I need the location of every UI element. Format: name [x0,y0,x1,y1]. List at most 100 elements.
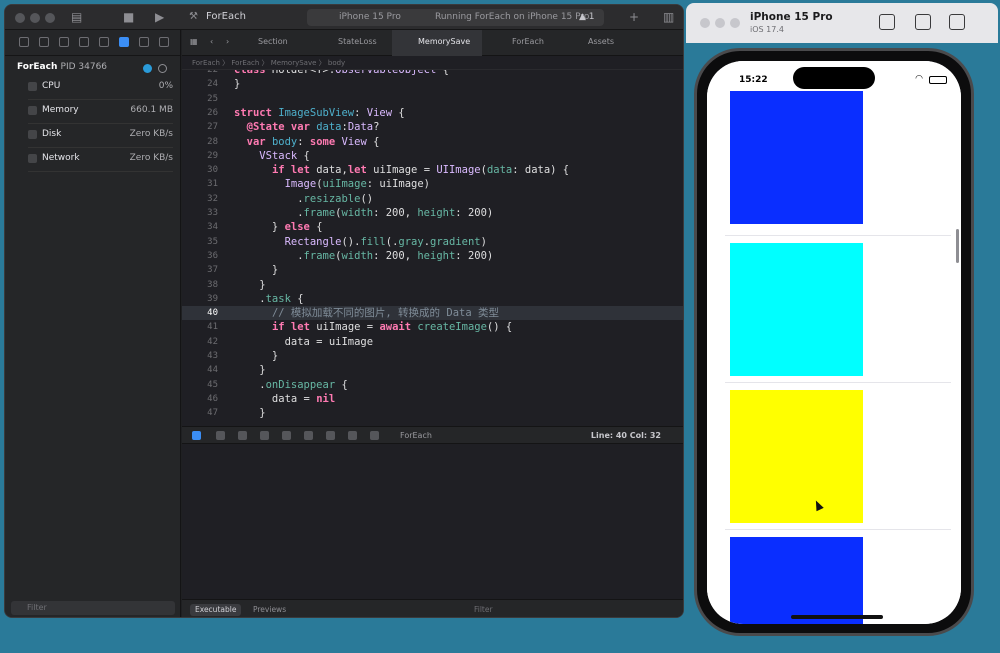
folder-icon[interactable] [19,37,29,47]
tab-memorysave[interactable]: MemorySave [418,37,470,46]
step-out-icon[interactable] [304,431,313,440]
rotate-icon[interactable] [949,14,965,30]
code-line[interactable]: 31 Image(uiImage: uiImage) [182,177,683,191]
previews-tab[interactable]: Previews [248,604,291,616]
line-number[interactable]: 41 [182,320,218,334]
back-icon[interactable]: ‹ [210,37,213,46]
code-line[interactable]: 40 // 模拟加载不同的图片, 转换成的 Data 类型 [182,306,683,321]
close-window-button[interactable] [15,13,25,23]
gauge-disk[interactable]: Disk Zero KB/s [28,126,173,148]
line-number[interactable]: 35 [182,235,218,249]
minimize-window-button[interactable] [30,13,40,23]
code-line[interactable]: 44 } [182,363,683,377]
code-line[interactable]: 33 .frame(width: 200, height: 200) [182,206,683,220]
console-filter-input[interactable]: Filter [450,604,620,616]
phone-screen[interactable]: 15:22 ◠ [707,61,961,624]
line-number[interactable]: 45 [182,378,218,392]
line-number[interactable]: 39 [182,292,218,306]
gauge-cpu[interactable]: CPU 0% [28,78,173,100]
find-icon[interactable] [79,37,89,47]
tab-stateloss[interactable]: StateLoss [338,37,377,46]
code-line[interactable]: 36 .frame(width: 200, height: 200) [182,249,683,263]
line-number[interactable]: 34 [182,220,218,234]
image-list[interactable] [707,61,961,624]
line-number[interactable]: 24 [182,77,218,91]
line-number[interactable]: 31 [182,177,218,191]
gauge-memory[interactable]: Memory 660.1 MB [28,102,173,124]
line-number[interactable]: 36 [182,249,218,263]
code-area[interactable]: 22 class Holder<T>:ObservableObject {24} 2… [182,70,683,426]
line-number[interactable]: 32 [182,192,218,206]
line-number[interactable]: 37 [182,263,218,277]
forward-icon[interactable]: › [226,37,229,46]
navigator-filter-input[interactable]: Filter [11,601,175,615]
line-number[interactable]: 40 [182,306,218,320]
line-number[interactable]: 42 [182,335,218,349]
tab-foreach[interactable]: ForEach [512,37,544,46]
sidebar-toggle-icon[interactable]: ▤ [71,10,82,24]
line-number[interactable]: 28 [182,135,218,149]
report-icon[interactable] [159,37,169,47]
code-line[interactable]: 24} [182,77,683,91]
line-number[interactable]: 25 [182,92,218,106]
breakpoint-icon[interactable] [139,37,149,47]
code-line[interactable]: 34 } else { [182,220,683,234]
code-line[interactable]: 35 Rectangle().fill(.gray.gradient) [182,235,683,249]
view-debugger-icon[interactable] [326,431,335,440]
code-line[interactable]: 43 } [182,349,683,363]
code-line[interactable]: 28 var body: some View { [182,135,683,149]
tab-assets[interactable]: Assets [588,37,614,46]
code-line[interactable]: 25 [182,92,683,106]
debug-process-name[interactable]: ForEach [400,431,432,440]
editor-grid-icon[interactable]: ▦ [190,37,198,46]
code-line[interactable]: 47 } [182,406,683,420]
debug-area-toggle-icon[interactable] [192,431,201,440]
list-item[interactable] [725,530,951,624]
jump-bar[interactable]: ForEach 〉 ForEach 〉 MemorySave 〉 body [182,56,683,70]
run-icon[interactable]: ▶ [155,10,164,24]
screenshot-icon[interactable] [915,14,931,30]
code-line[interactable]: 45 .onDisappear { [182,378,683,392]
debug-navigator-icon[interactable] [119,37,129,47]
line-number[interactable]: 26 [182,106,218,120]
code-line[interactable]: 39 .task { [182,292,683,306]
step-over-icon[interactable] [260,431,269,440]
step-into-icon[interactable] [282,431,291,440]
line-number[interactable]: 29 [182,149,218,163]
pause-icon[interactable] [216,431,225,440]
code-line[interactable]: 42 data = uiImage [182,335,683,349]
issue-icon[interactable] [99,37,109,47]
code-line[interactable]: 46 data = nil [182,392,683,406]
line-number[interactable]: 22 [182,70,218,77]
location-icon[interactable] [370,431,379,440]
line-number[interactable]: 38 [182,278,218,292]
sim-zoom-button[interactable] [730,18,740,28]
inspector-toggle-icon[interactable]: ▥ [663,10,674,24]
line-number[interactable]: 43 [182,349,218,363]
source-control-icon[interactable] [39,37,49,47]
code-line[interactable]: 22 class Holder<T>:ObservableObject { [182,70,683,77]
line-number[interactable]: 33 [182,206,218,220]
line-number[interactable]: 44 [182,363,218,377]
sim-close-button[interactable] [700,18,710,28]
line-number[interactable]: 27 [182,120,218,134]
code-line[interactable]: 30 if let data,let uiImage = UIImage(dat… [182,163,683,177]
line-number[interactable]: 30 [182,163,218,177]
home-icon[interactable] [879,14,895,30]
memory-graph-icon[interactable] [348,431,357,440]
code-line[interactable]: 37 } [182,263,683,277]
list-item[interactable] [725,236,951,383]
tab-section[interactable]: Section [258,37,288,46]
run-destination[interactable]: iPhone 15 Pro [339,12,401,22]
code-line[interactable]: 32 .resizable() [182,192,683,206]
sim-minimize-button[interactable] [715,18,725,28]
bookmark-icon[interactable] [59,37,69,47]
line-number[interactable]: 47 [182,406,218,420]
home-indicator[interactable] [791,615,883,619]
code-line[interactable]: 26 struct ImageSubView: View { [182,106,683,120]
add-icon[interactable]: + [629,10,639,24]
list-item[interactable] [725,383,951,530]
stop-icon[interactable]: ■ [123,10,134,24]
scheme-name[interactable]: ForEach [206,11,246,22]
code-line[interactable]: 29 VStack { [182,149,683,163]
